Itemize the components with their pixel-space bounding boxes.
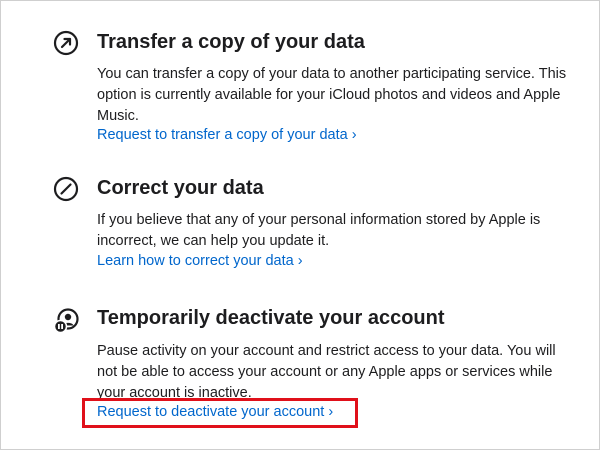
deactivate-title: Temporarily deactivate your account: [97, 307, 445, 329]
person-pause-icon: [53, 308, 79, 334]
data-privacy-panel: Transfer a copy of your data You can tra…: [0, 0, 600, 450]
correct-learn-link[interactable]: Learn how to correct your data ›: [97, 251, 303, 271]
arrow-up-right-circle-icon: [53, 30, 79, 56]
slash-circle-icon: [53, 176, 79, 202]
deactivate-description: Pause activity on your account and restr…: [97, 343, 556, 401]
highlight-box: [82, 398, 358, 428]
transfer-request-link[interactable]: Request to transfer a copy of your data …: [97, 125, 357, 145]
correct-description: If you believe that any of your personal…: [97, 212, 541, 249]
transfer-description: You can transfer a copy of your data to …: [97, 66, 567, 124]
transfer-title: Transfer a copy of your data: [97, 31, 365, 53]
correct-title: Correct your data: [97, 177, 264, 199]
